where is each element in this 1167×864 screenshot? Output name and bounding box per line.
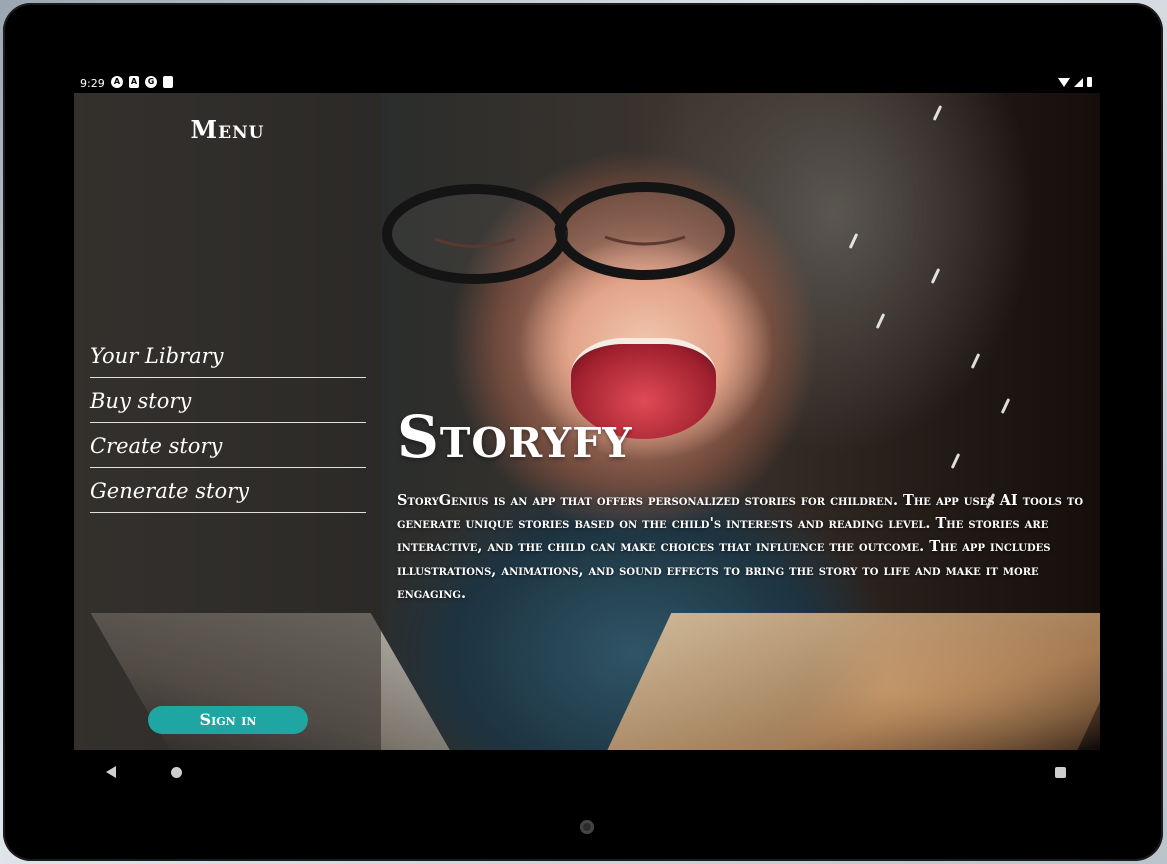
sparkle	[970, 353, 981, 369]
screen: 9:29 A A G Menu Your Library Buy story C…	[74, 73, 1100, 794]
sparkle	[848, 233, 859, 249]
notification-a-square-icon: A	[129, 76, 139, 88]
sparkle	[1000, 398, 1011, 414]
signal-icon	[1074, 77, 1083, 87]
menu-panel: Menu Your Library Buy story Create story…	[74, 93, 381, 750]
app-title: Storyfy	[397, 403, 633, 471]
sign-in-button[interactable]: Sign in	[148, 706, 308, 734]
menu-title: Menu	[190, 115, 265, 144]
glasses-illustration	[382, 182, 735, 284]
app-content: Menu Your Library Buy story Create story…	[74, 93, 1100, 750]
menu-item-generate-story[interactable]: Generate story	[90, 468, 366, 513]
camera-icon	[580, 820, 594, 834]
menu-list: Your Library Buy story Create story Gene…	[90, 333, 366, 513]
sd-card-icon	[163, 76, 173, 88]
tablet-frame: 9:29 A A G Menu Your Library Buy story C…	[0, 0, 1167, 864]
system-icons	[1058, 77, 1092, 87]
battery-icon	[1087, 77, 1092, 87]
notification-g-icon: G	[145, 76, 157, 88]
status-bar: 9:29 A A G	[74, 73, 1100, 93]
sparkle	[932, 105, 943, 121]
menu-item-create-story[interactable]: Create story	[90, 423, 366, 468]
home-icon[interactable]	[171, 767, 182, 778]
navigation-bar	[74, 750, 1100, 794]
wifi-icon	[1058, 77, 1070, 87]
back-icon[interactable]	[106, 766, 116, 778]
sparkle	[950, 453, 961, 469]
book-right-page	[596, 613, 1100, 750]
status-time: 9:29	[80, 77, 105, 90]
menu-item-buy-story[interactable]: Buy story	[90, 378, 366, 423]
sparkle	[930, 268, 941, 284]
app-description: StoryGenius is an app that offers person…	[397, 492, 1084, 602]
menu-item-your-library[interactable]: Your Library	[90, 333, 366, 378]
notification-icons: A A G	[111, 76, 173, 88]
recents-icon[interactable]	[1055, 767, 1066, 778]
sparkle	[875, 313, 886, 329]
notification-a-icon: A	[111, 76, 123, 88]
